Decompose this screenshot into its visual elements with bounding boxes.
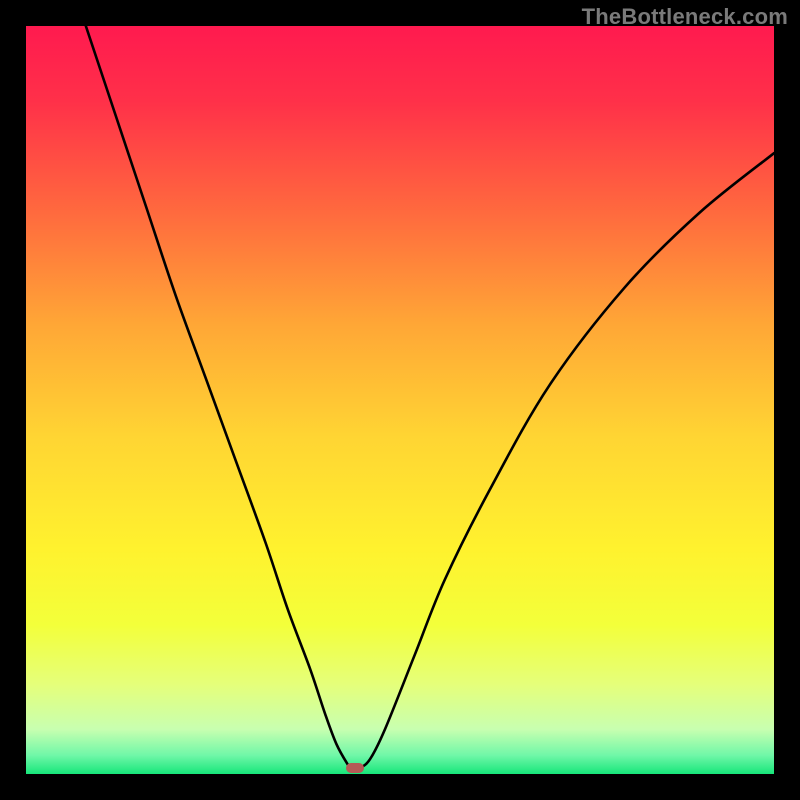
chart-frame: TheBottleneck.com bbox=[0, 0, 800, 800]
chart-bg bbox=[26, 26, 774, 774]
bottleneck-chart bbox=[26, 26, 774, 774]
optimal-marker bbox=[346, 763, 364, 773]
